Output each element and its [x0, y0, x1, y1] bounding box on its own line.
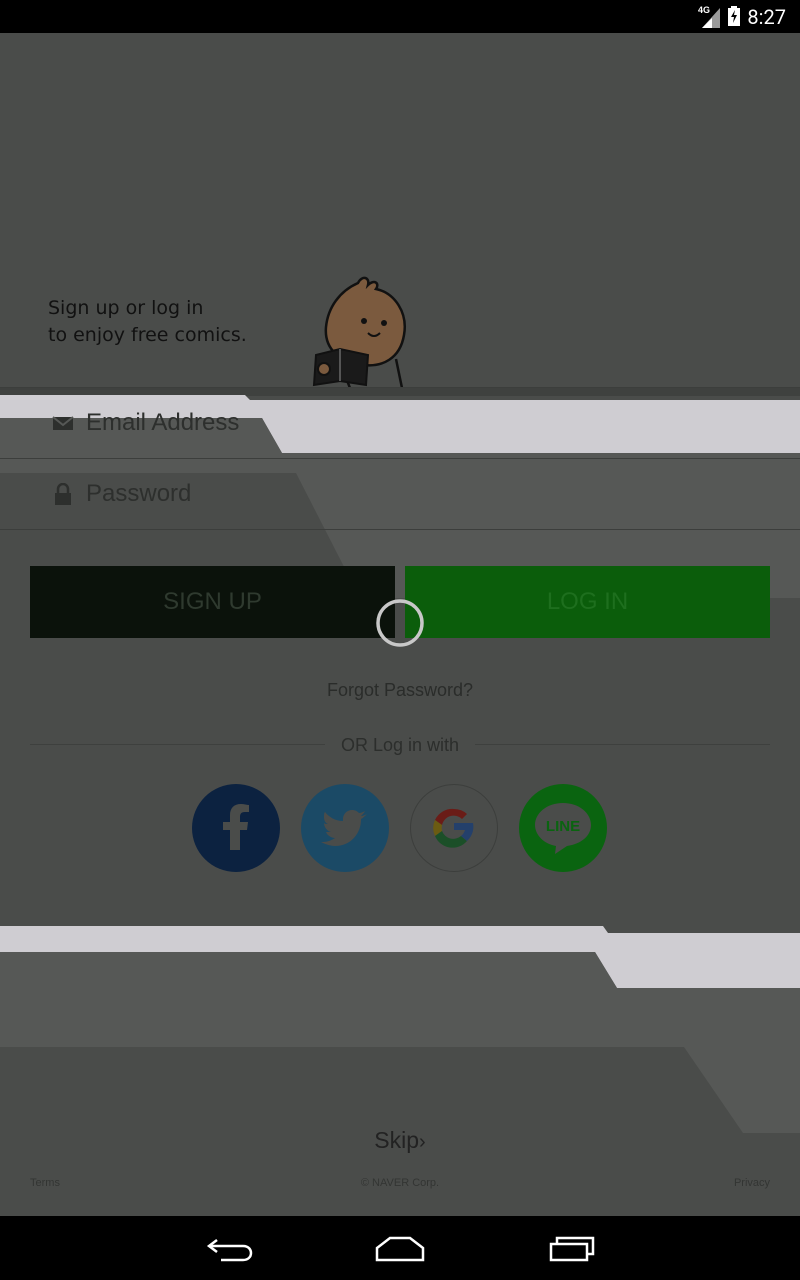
- status-time: 8:27: [747, 5, 786, 29]
- intro-text: Sign up or log in to enjoy free comics.: [48, 295, 247, 349]
- twitter-icon: [321, 810, 367, 846]
- log-in-button[interactable]: LOG IN: [405, 566, 770, 638]
- line-login-button[interactable]: LINE: [519, 784, 607, 872]
- copyright-text: © NAVER Corp.: [360, 1177, 440, 1189]
- status-bar: 4G 8:27: [0, 0, 800, 33]
- email-placeholder: Email Address: [86, 409, 240, 436]
- intro-line-1: Sign up or log in: [48, 297, 204, 319]
- google-icon: [433, 808, 474, 848]
- battery-icon: [728, 6, 740, 26]
- google-login-button[interactable]: [410, 784, 498, 872]
- email-field[interactable]: Email Address: [52, 403, 239, 443]
- twitter-login-button[interactable]: [301, 784, 389, 872]
- divider: [0, 387, 800, 388]
- recent-apps-icon[interactable]: [547, 1234, 597, 1264]
- skip-link[interactable]: Skip›: [0, 1127, 800, 1154]
- svg-text:LINE: LINE: [546, 818, 580, 835]
- envelope-icon: [52, 416, 74, 430]
- divider: [0, 529, 800, 530]
- navigation-bar: [0, 1216, 800, 1280]
- or-login-with-label: OR Log in with: [340, 735, 460, 755]
- sign-up-button[interactable]: SIGN UP: [30, 566, 395, 638]
- loading-spinner-icon: [376, 599, 424, 647]
- lock-icon: [55, 483, 71, 505]
- login-screen: Sign up or log in to enjoy free comics. …: [0, 33, 800, 1216]
- privacy-link[interactable]: Privacy: [734, 1177, 770, 1189]
- mascot-reading-illustration: [312, 276, 406, 388]
- cell-signal-icon: 4G: [698, 5, 720, 28]
- password-placeholder: Password: [86, 480, 192, 507]
- intro-line-2: to enjoy free comics.: [48, 324, 247, 346]
- forgot-password-link[interactable]: Forgot Password?: [0, 680, 800, 701]
- facebook-login-button[interactable]: [192, 784, 280, 872]
- facebook-icon: [223, 804, 249, 850]
- back-icon[interactable]: [205, 1234, 255, 1264]
- password-field[interactable]: Password: [52, 474, 191, 514]
- home-icon[interactable]: [374, 1234, 426, 1264]
- svg-text:4G: 4G: [698, 5, 710, 15]
- skip-label: Skip: [374, 1127, 420, 1153]
- divider: [0, 458, 800, 459]
- line-icon: LINE: [535, 803, 591, 854]
- chevron-right-icon: ›: [419, 1131, 426, 1153]
